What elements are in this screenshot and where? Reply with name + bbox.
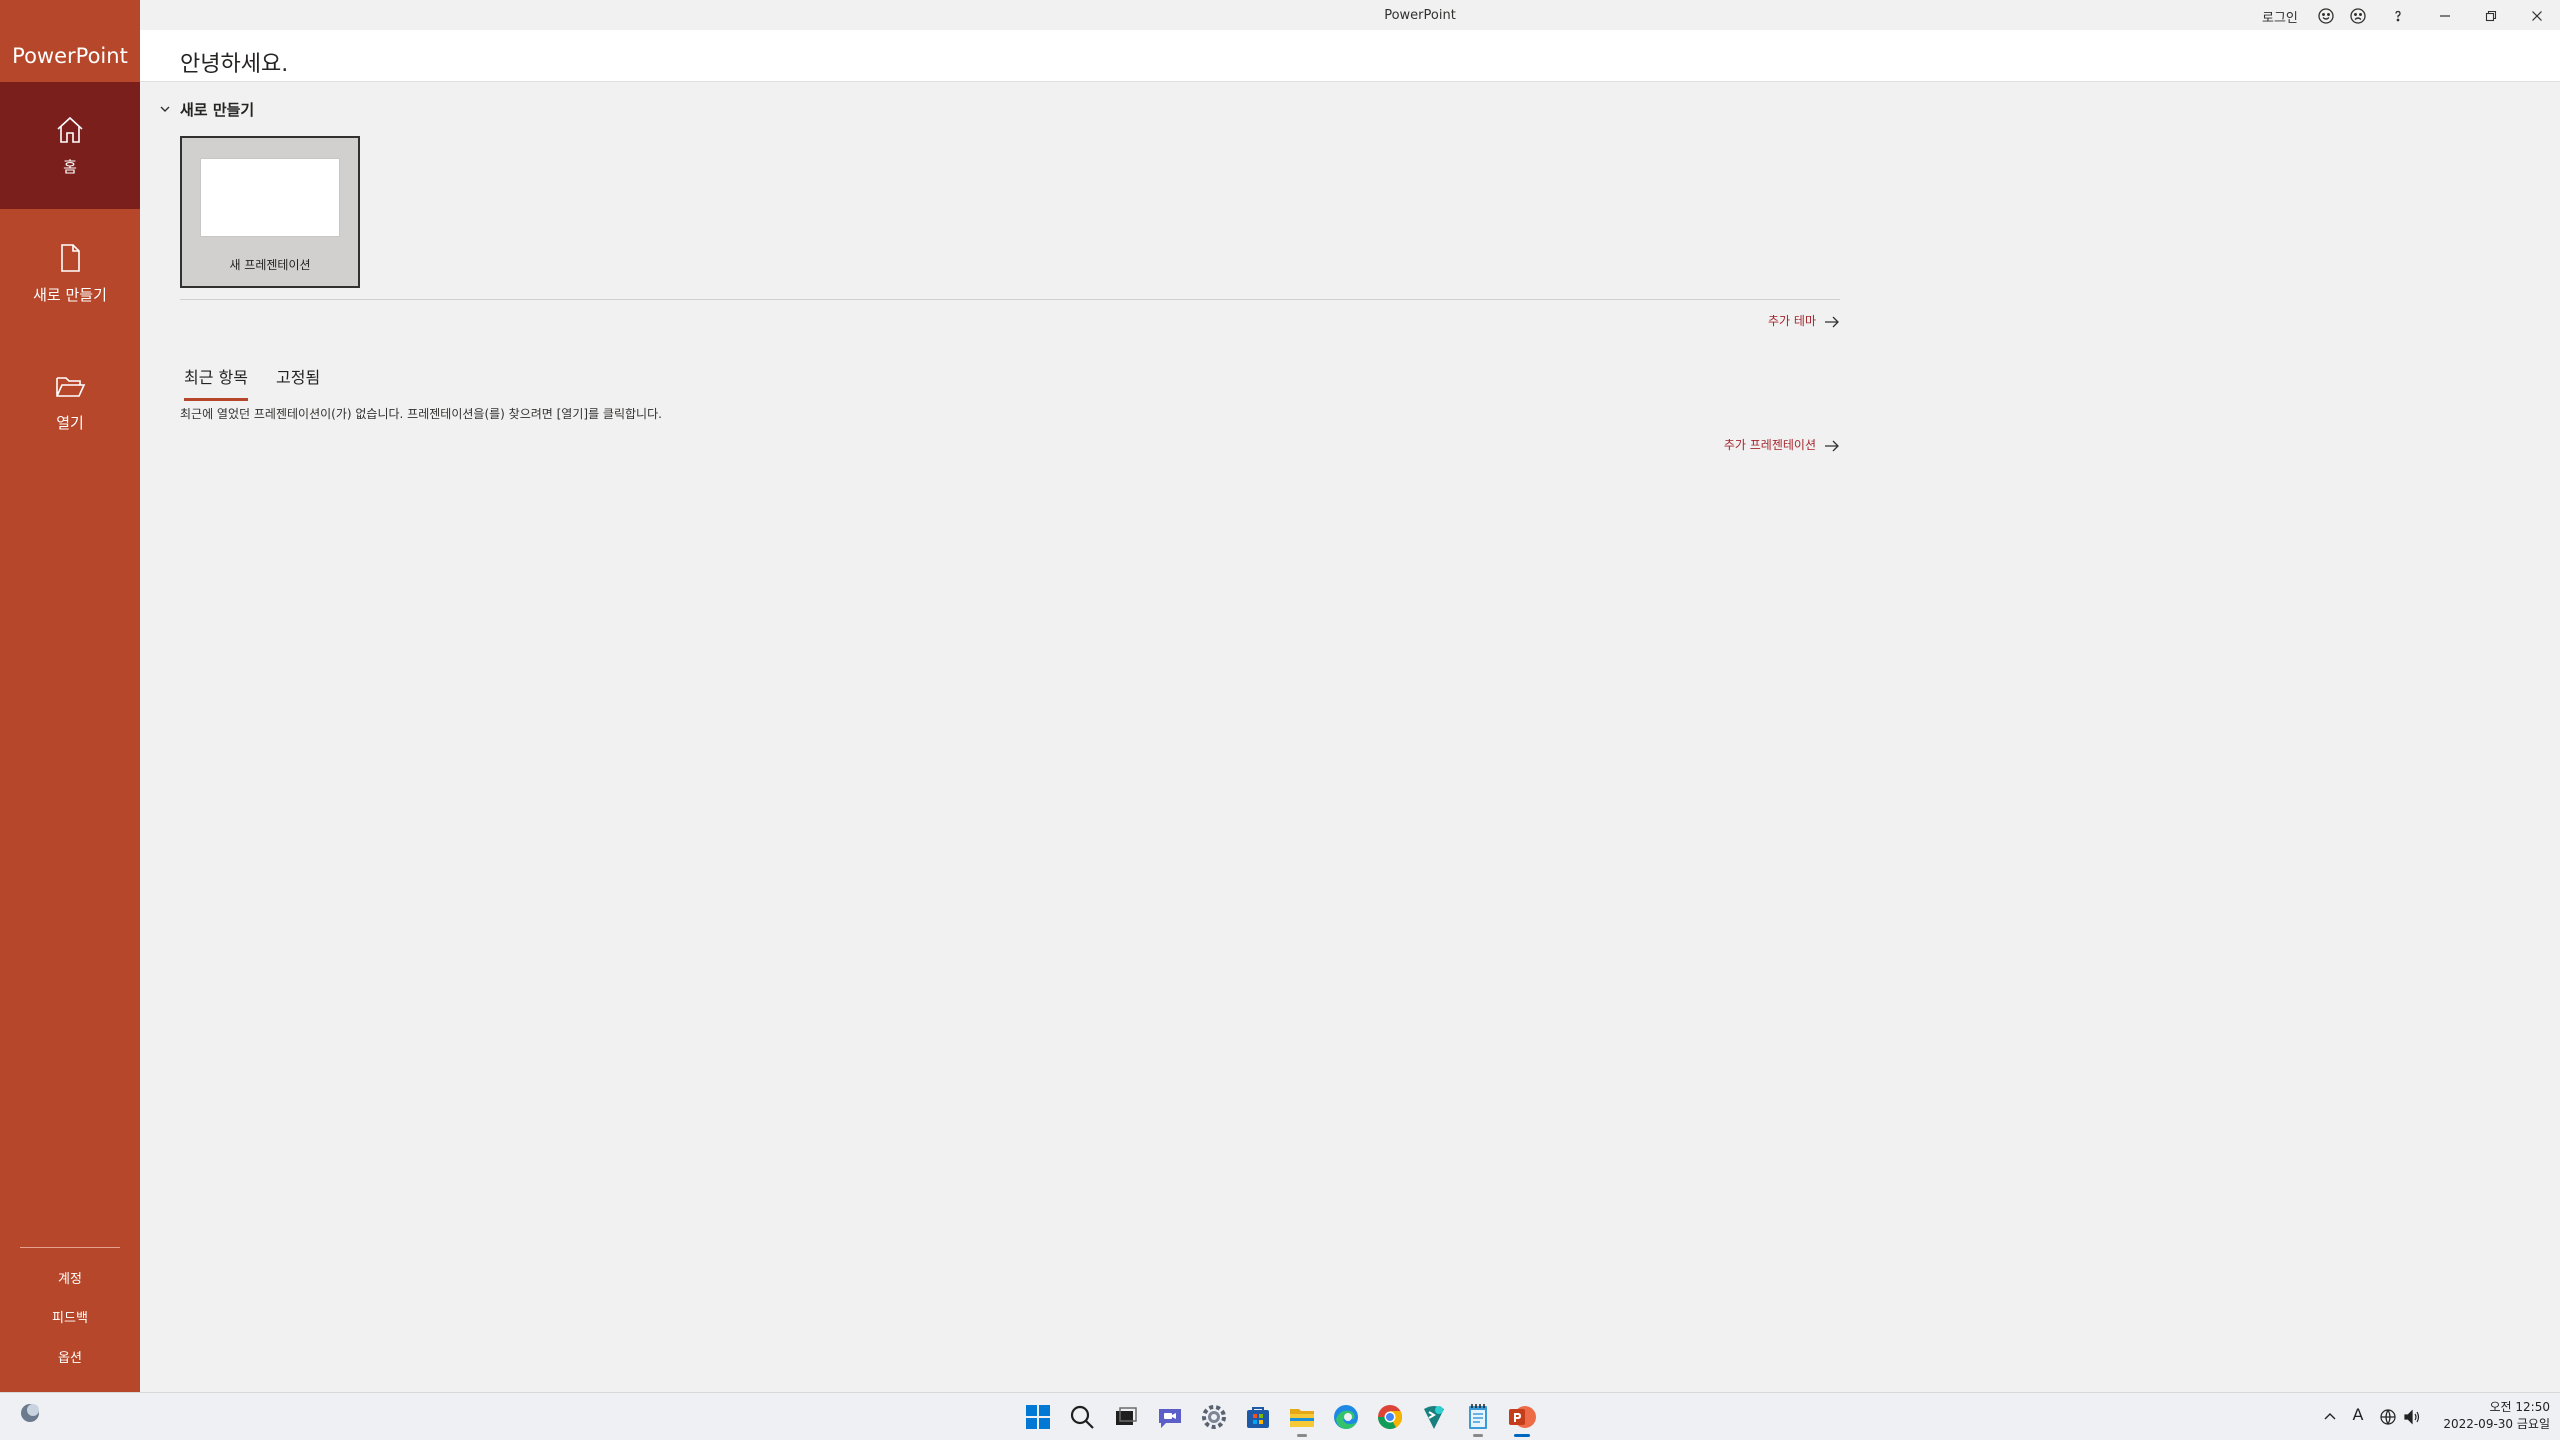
taskbar: A 오전 12:50 2022-09-30 금요일 bbox=[0, 1392, 2560, 1440]
tab-pinned[interactable]: 고정됨 bbox=[276, 364, 320, 398]
more-themes-link[interactable]: 추가 테마 bbox=[1768, 312, 1840, 329]
login-link[interactable]: 로그인 bbox=[2262, 7, 2298, 26]
powerpoint-icon bbox=[1509, 1406, 1536, 1428]
arrow-right-icon bbox=[1825, 316, 1839, 327]
home-icon bbox=[57, 116, 83, 143]
sidebar-item-home[interactable]: 홈 bbox=[0, 82, 140, 209]
sidebar-feedback-link[interactable]: 피드백 bbox=[0, 1307, 140, 1326]
more-presentations-label: 추가 프레젠테이션 bbox=[1723, 438, 1816, 452]
sidebar-item-label: 새로 만들기 bbox=[33, 286, 107, 304]
blank-presentation-thumbnail bbox=[200, 158, 340, 237]
sidebar-item-open[interactable]: 열기 bbox=[0, 338, 140, 465]
edge-icon[interactable] bbox=[1330, 1401, 1362, 1433]
search-icon[interactable] bbox=[1066, 1401, 1098, 1433]
notepad-button[interactable] bbox=[1462, 1401, 1494, 1437]
blank-presentation-template[interactable]: 새 프레젠테이션 bbox=[180, 136, 360, 288]
open-folder-icon bbox=[56, 377, 86, 397]
running-indicator bbox=[1297, 1434, 1307, 1437]
more-presentations-link[interactable]: 추가 프레젠테이션 bbox=[1724, 436, 1840, 453]
start-icon[interactable] bbox=[1022, 1401, 1054, 1433]
teams-chat-icon[interactable] bbox=[1154, 1401, 1186, 1433]
running-indicator bbox=[1473, 1434, 1483, 1437]
greeting-header: 안녕하세요. bbox=[140, 30, 2560, 82]
app-brand: PowerPoint bbox=[12, 44, 128, 68]
weather-widget-icon[interactable] bbox=[16, 1399, 44, 1427]
powerpoint-button[interactable] bbox=[1506, 1401, 1538, 1437]
notepad-icon bbox=[1469, 1404, 1487, 1429]
new-document-icon bbox=[61, 244, 80, 272]
sidebar-account-link[interactable]: 계정 bbox=[0, 1268, 140, 1287]
sidebar-item-label: 열기 bbox=[56, 414, 84, 432]
restore-icon[interactable] bbox=[2479, 4, 2503, 28]
new-section-heading[interactable]: 새로 만들기 bbox=[180, 99, 254, 120]
terminal-icon[interactable] bbox=[1418, 1401, 1450, 1433]
window-title: PowerPoint bbox=[1384, 8, 1456, 23]
volume-icon[interactable] bbox=[2402, 1407, 2422, 1427]
more-themes-label: 추가 테마 bbox=[1768, 314, 1816, 328]
sidebar-item-new[interactable]: 새로 만들기 bbox=[0, 210, 140, 337]
minimize-icon[interactable] bbox=[2433, 4, 2457, 28]
settings-icon[interactable] bbox=[1198, 1401, 1230, 1433]
help-icon[interactable] bbox=[2386, 4, 2410, 28]
section-divider bbox=[180, 299, 1840, 300]
chevron-down-icon[interactable] bbox=[156, 100, 174, 118]
sidebar: PowerPoint 홈 새로 만들기 열기 계정 피드백 옵션 bbox=[0, 0, 140, 1392]
close-icon[interactable] bbox=[2525, 4, 2549, 28]
title-bar: PowerPoint 로그인 bbox=[140, 0, 2560, 30]
clock-time: 오전 12:50 bbox=[2489, 1400, 2550, 1414]
input-indicator[interactable]: A bbox=[2348, 1405, 2368, 1425]
task-view-icon[interactable] bbox=[1110, 1401, 1142, 1433]
tab-recent[interactable]: 최근 항목 bbox=[184, 364, 248, 401]
arrow-right-icon bbox=[1825, 440, 1839, 451]
clock-date: 2022-09-30 금요일 bbox=[2443, 1417, 2550, 1431]
active-app-indicator bbox=[1514, 1434, 1530, 1437]
template-label: 새 프레젠테이션 bbox=[229, 258, 311, 272]
sidebar-options-link[interactable]: 옵션 bbox=[0, 1347, 140, 1366]
greeting-text: 안녕하세요. bbox=[180, 52, 289, 77]
sidebar-divider bbox=[20, 1247, 120, 1248]
frown-feedback-icon[interactable] bbox=[2346, 4, 2370, 28]
smile-feedback-icon[interactable] bbox=[2314, 4, 2338, 28]
file-explorer-button[interactable] bbox=[1286, 1401, 1318, 1437]
empty-recent-message: 최근에 열었던 프레젠테이션이(가) 없습니다. 프레젠테이션을(를) 찾으려면… bbox=[180, 407, 662, 421]
sidebar-item-label: 홈 bbox=[63, 158, 77, 176]
chrome-icon[interactable] bbox=[1374, 1401, 1406, 1433]
file-explorer-icon bbox=[1290, 1409, 1314, 1427]
store-icon[interactable] bbox=[1242, 1401, 1274, 1433]
network-icon[interactable] bbox=[2378, 1407, 2398, 1427]
system-clock[interactable]: 오전 12:50 2022-09-30 금요일 bbox=[2430, 1399, 2550, 1433]
chevron-up-icon[interactable] bbox=[2320, 1407, 2340, 1427]
